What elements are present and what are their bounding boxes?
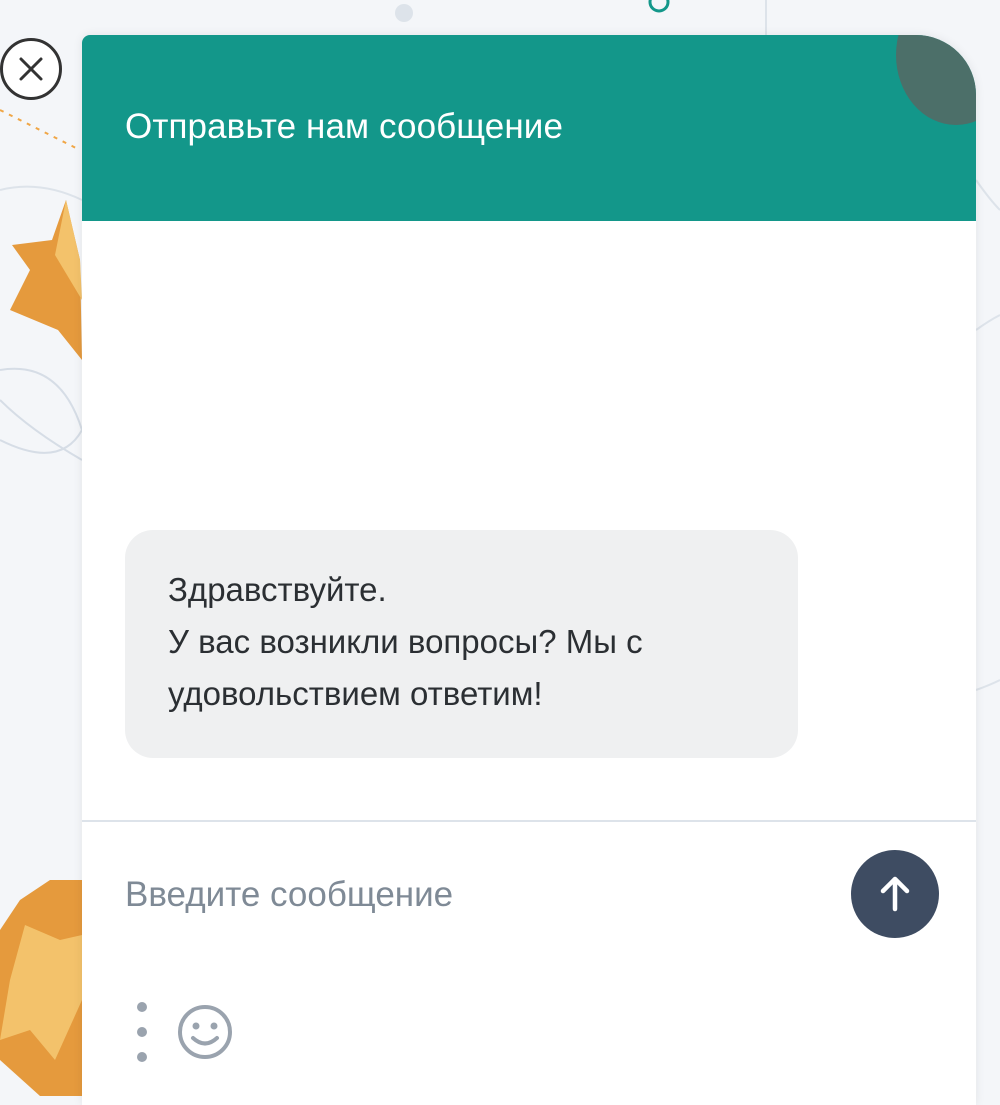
chat-title: Отправьте нам сообщение	[125, 107, 564, 146]
vertical-dots-icon	[137, 1027, 147, 1037]
operator-message: Здравствуйте. У вас возникли вопросы? Мы…	[125, 530, 798, 758]
message-line: Здравствуйте.	[168, 571, 387, 608]
more-options-button[interactable]	[130, 1002, 154, 1062]
vertical-dots-icon	[137, 1052, 147, 1062]
messages-area[interactable]: Здравствуйте. У вас возникли вопросы? Мы…	[82, 221, 976, 821]
close-button[interactable]	[0, 38, 62, 100]
message-line: удовольствием ответим!	[168, 675, 543, 712]
message-line: У вас возникли вопросы? Мы с	[168, 623, 643, 660]
arrow-up-icon	[880, 876, 910, 912]
chat-widget: Отправьте нам сообщение Здравствуйте. У …	[82, 35, 976, 1105]
send-button[interactable]	[851, 850, 939, 938]
close-icon	[19, 57, 43, 81]
header-decoration	[896, 35, 976, 125]
vertical-dots-icon	[137, 1002, 147, 1012]
emoji-button[interactable]	[176, 1003, 234, 1061]
message-input[interactable]	[125, 870, 825, 920]
composer-divider	[82, 820, 976, 822]
smiley-icon	[178, 1005, 232, 1059]
chat-header: Отправьте нам сообщение	[82, 35, 976, 221]
